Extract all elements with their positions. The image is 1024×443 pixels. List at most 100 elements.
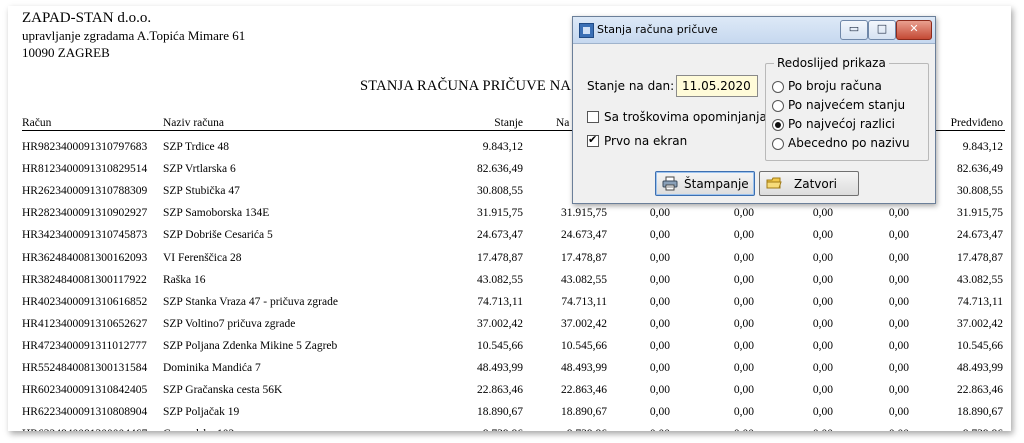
column-header-racun: Račun [22,117,52,129]
amount-cell: 0,00 [649,273,670,286]
na-cell: 17.478,87 [561,251,607,264]
close-button[interactable]: Zatvori [759,171,859,196]
balance-cell: 10.545,66 [477,339,523,352]
dialog-titlebar[interactable]: Stanja računa pričuve ▭ □ ✕ [573,17,935,44]
balance-cell: 43.082,55 [477,273,523,286]
balance-cell: 18.890,67 [477,406,523,419]
account-name-cell: Gospodska 102a [163,428,239,431]
na-cell: 24.673,47 [561,229,607,242]
amount-cell: 0,00 [649,406,670,419]
table-row: HR2823400091310902927 SZP Samoborska 134E… [8,207,1011,228]
radio-po-broju-racuna[interactable] [772,81,784,93]
account-name-cell: SZP Stanka Vraza 47 - pričuva zgrade [163,295,338,308]
amount-cell: 0,00 [888,273,909,286]
amount-cell: 0,00 [888,207,909,220]
amount-cell: 0,00 [733,317,754,330]
predicted-cell: 37.002,42 [957,317,1003,330]
ekran-checkbox-label[interactable]: Prvo na ekran [604,134,687,148]
troskovi-checkbox[interactable] [587,111,599,123]
troskovi-checkbox-label[interactable]: Sa troškovima opominjanja [604,110,767,124]
account-number-cell: HR4123400091310652627 [22,317,148,330]
amount-cell: 0,00 [888,362,909,374]
table-row: HR5524840081300131584 Dominika Mandića 7 4… [8,362,1011,383]
amount-cell: 0,00 [812,207,833,220]
amount-cell: 0,00 [888,406,909,419]
amount-cell: 0,00 [812,317,833,330]
account-number-cell: HR8123400091310829514 [22,163,148,176]
balance-cell: 9.843,12 [482,141,523,153]
balance-cell: 30.808,55 [477,185,523,198]
table-row: HR3624840081300162093 VI Ferenščica 28 17… [8,252,1011,273]
amount-cell: 0,00 [812,229,833,242]
account-number-cell: HR2823400091310902927 [22,207,148,220]
amount-cell: 0,00 [813,428,833,431]
table-row: HR3423400091310745873 SZP Dobriše Cesarić… [8,229,1011,250]
sort-order-group-title: Redoslijed prikaza [774,56,889,70]
amount-cell: 0,00 [812,295,833,308]
amount-cell: 0,00 [650,428,670,431]
column-header-naziv: Naziv računa [163,117,224,129]
company-address-line1: upravljanje zgradama A.Topića Mimare 61 [22,28,246,43]
amount-cell: 0,00 [649,207,670,220]
predicted-cell: 8.739,86 [963,428,1003,431]
account-number-cell: HR4723400091311012777 [22,339,147,352]
na-cell: 18.890,67 [561,406,607,419]
account-name-cell: SZP Poljana Zdenka Mikine 5 Zagreb [163,339,338,352]
amount-cell: 0,00 [649,317,670,330]
sort-order-group: Redoslijed prikaza Po broju računa Po na… [765,56,929,161]
amount-cell: 0,00 [649,362,670,374]
predicted-cell: 43.082,55 [957,273,1003,286]
account-name-cell: SZP Gračanska cesta 56K [163,384,283,397]
company-name: ZAPAD-STAN d.o.o. [22,10,152,26]
amount-cell: 0,00 [889,428,909,431]
amount-cell: 0,00 [733,295,754,308]
amount-cell: 0,00 [888,295,909,308]
account-name-cell: Dominika Mandića 7 [163,362,261,374]
account-number-cell: HR3423400091310745873 [22,229,148,242]
printer-icon [662,176,678,191]
amount-cell: 0,00 [812,339,833,352]
radio-label-po-najvecoj-razlici[interactable]: Po najvećoj razlici [788,117,895,131]
amount-cell: 0,00 [649,384,670,397]
folder-icon [766,177,782,189]
date-input[interactable] [676,75,758,97]
balance-cell: 74.713,11 [477,295,523,308]
na-cell: 37.002,42 [561,317,607,330]
minimize-button[interactable]: ▭ [840,20,868,40]
amount-cell: 0,00 [649,295,670,308]
ekran-checkbox[interactable] [587,133,599,147]
account-name-cell: SZP Voltino7 pričuva zgrade [163,317,296,330]
account-name-cell: SZP Samoborska 134E [163,207,270,220]
radio-label-po-broju-racuna[interactable]: Po broju računa [788,79,882,93]
account-number-cell: HR2623400091310788309 [22,185,148,198]
table-row: HR3824840081300117922 Raška 16 43.082,55 43… [8,274,1011,295]
account-number-cell: HR5524840081300131584 [22,362,148,374]
amount-cell: 0,00 [733,229,754,242]
radio-po-najvecem-stanju[interactable] [772,100,784,112]
amount-cell: 0,00 [733,273,754,286]
print-button[interactable]: Štampanje [655,171,755,196]
company-address-line2: 10090 ZAGREB [22,45,110,60]
maximize-button[interactable]: □ [868,20,896,40]
amount-cell: 0,00 [812,406,833,419]
na-cell: 43.082,55 [561,273,607,286]
predicted-cell: 82.636,49 [957,163,1003,176]
column-header-stanje: Stanje [494,117,523,129]
radio-po-najvecoj-razlici[interactable] [772,119,784,131]
balance-cell: 48.493,99 [477,362,523,374]
date-label: Stanje na dan: [587,79,675,93]
radio-label-po-najvecem-stanju[interactable]: Po najvećem stanju [788,98,905,112]
radio-abecedno-po-nazivu[interactable] [772,138,784,150]
dialog-title: Stanja računa pričuve [597,23,718,36]
balance-cell: 24.673,47 [477,229,523,242]
radio-label-abecedno-po-nazivu[interactable]: Abecedno po nazivu [788,136,910,150]
amount-cell: 0,00 [812,362,833,374]
account-name-cell: SZP Stubička 47 [163,185,240,198]
predicted-cell: 24.673,47 [957,229,1003,242]
close-window-button[interactable]: ✕ [896,20,932,40]
table-row: HR4123400091310652627 SZP Voltino7 pričuv… [8,318,1011,339]
predicted-cell: 74.713,11 [957,295,1003,308]
na-cell: 10.545,66 [561,339,607,352]
balance-cell: 31.915,75 [477,207,523,220]
column-header-predvideno: Predviđeno [950,117,1003,129]
